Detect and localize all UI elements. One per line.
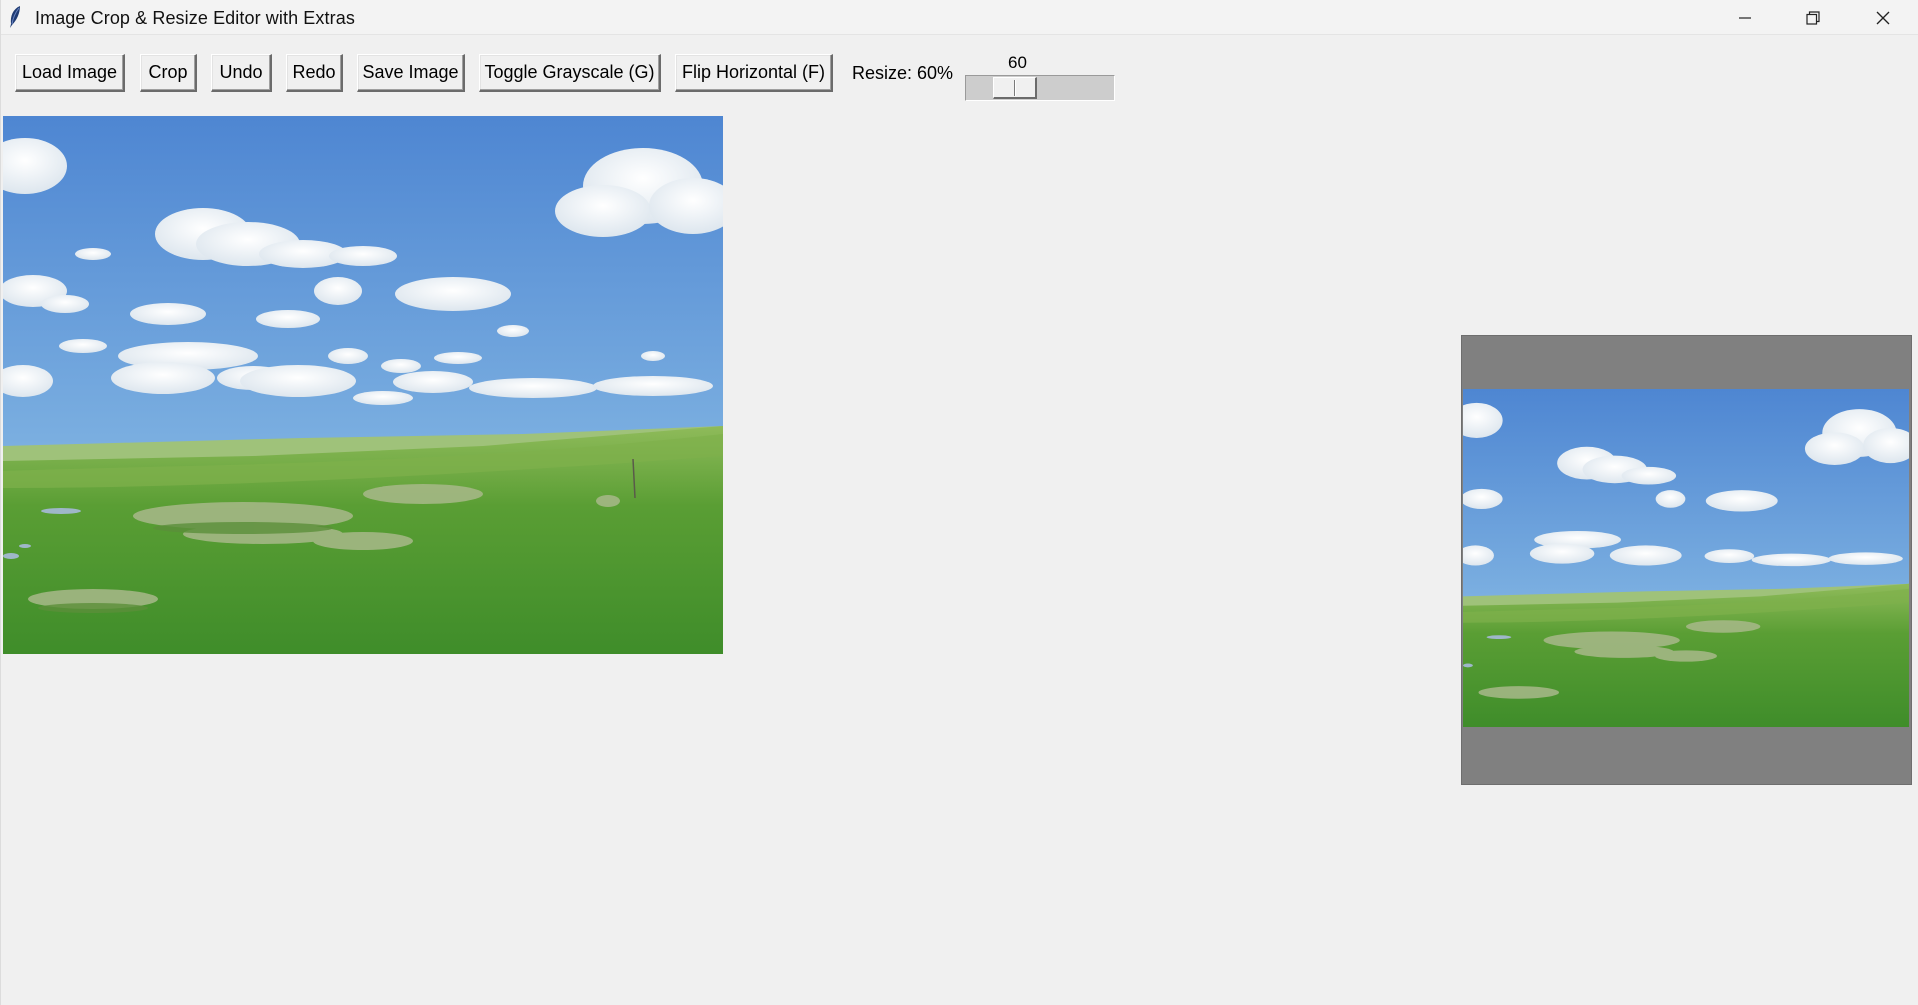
window-title: Image Crop & Resize Editor with Extras [35, 8, 355, 28]
undo-button[interactable]: Undo [211, 54, 272, 92]
redo-button[interactable]: Redo [286, 54, 343, 92]
preview-image [1463, 389, 1909, 727]
flip-horizontal-button[interactable]: Flip Horizontal (F) [675, 54, 833, 92]
save-image-button[interactable]: Save Image [357, 54, 465, 92]
app-window: Image Crop & Resize Editor with Extras L… [0, 0, 1918, 1005]
main-image-canvas[interactable] [3, 116, 723, 654]
restore-icon [1806, 10, 1820, 25]
resize-slider-handle[interactable] [993, 77, 1037, 99]
landscape-preview-image [1463, 389, 1909, 727]
landscape-image [3, 116, 723, 654]
resize-preview-panel [1461, 335, 1912, 785]
load-image-button[interactable]: Load Image [15, 54, 125, 92]
resize-slider[interactable] [965, 75, 1115, 101]
resize-label: Resize: 60% [852, 63, 954, 83]
maximize-button[interactable] [1779, 0, 1847, 35]
toolbar: Load Image Crop Undo Redo Save Image Tog… [1, 53, 1918, 101]
minimize-button[interactable] [1711, 0, 1779, 35]
close-button[interactable] [1849, 0, 1917, 35]
minimize-icon [1739, 16, 1751, 19]
resize-scale-value: 60 [1008, 53, 1027, 72]
title-bar: Image Crop & Resize Editor with Extras [1, 0, 1918, 35]
toggle-grayscale-button[interactable]: Toggle Grayscale (G) [479, 54, 661, 92]
slider-grip-icon [1014, 80, 1016, 96]
crop-button[interactable]: Crop [140, 54, 197, 92]
close-icon [1876, 11, 1890, 24]
feather-icon [10, 6, 20, 28]
